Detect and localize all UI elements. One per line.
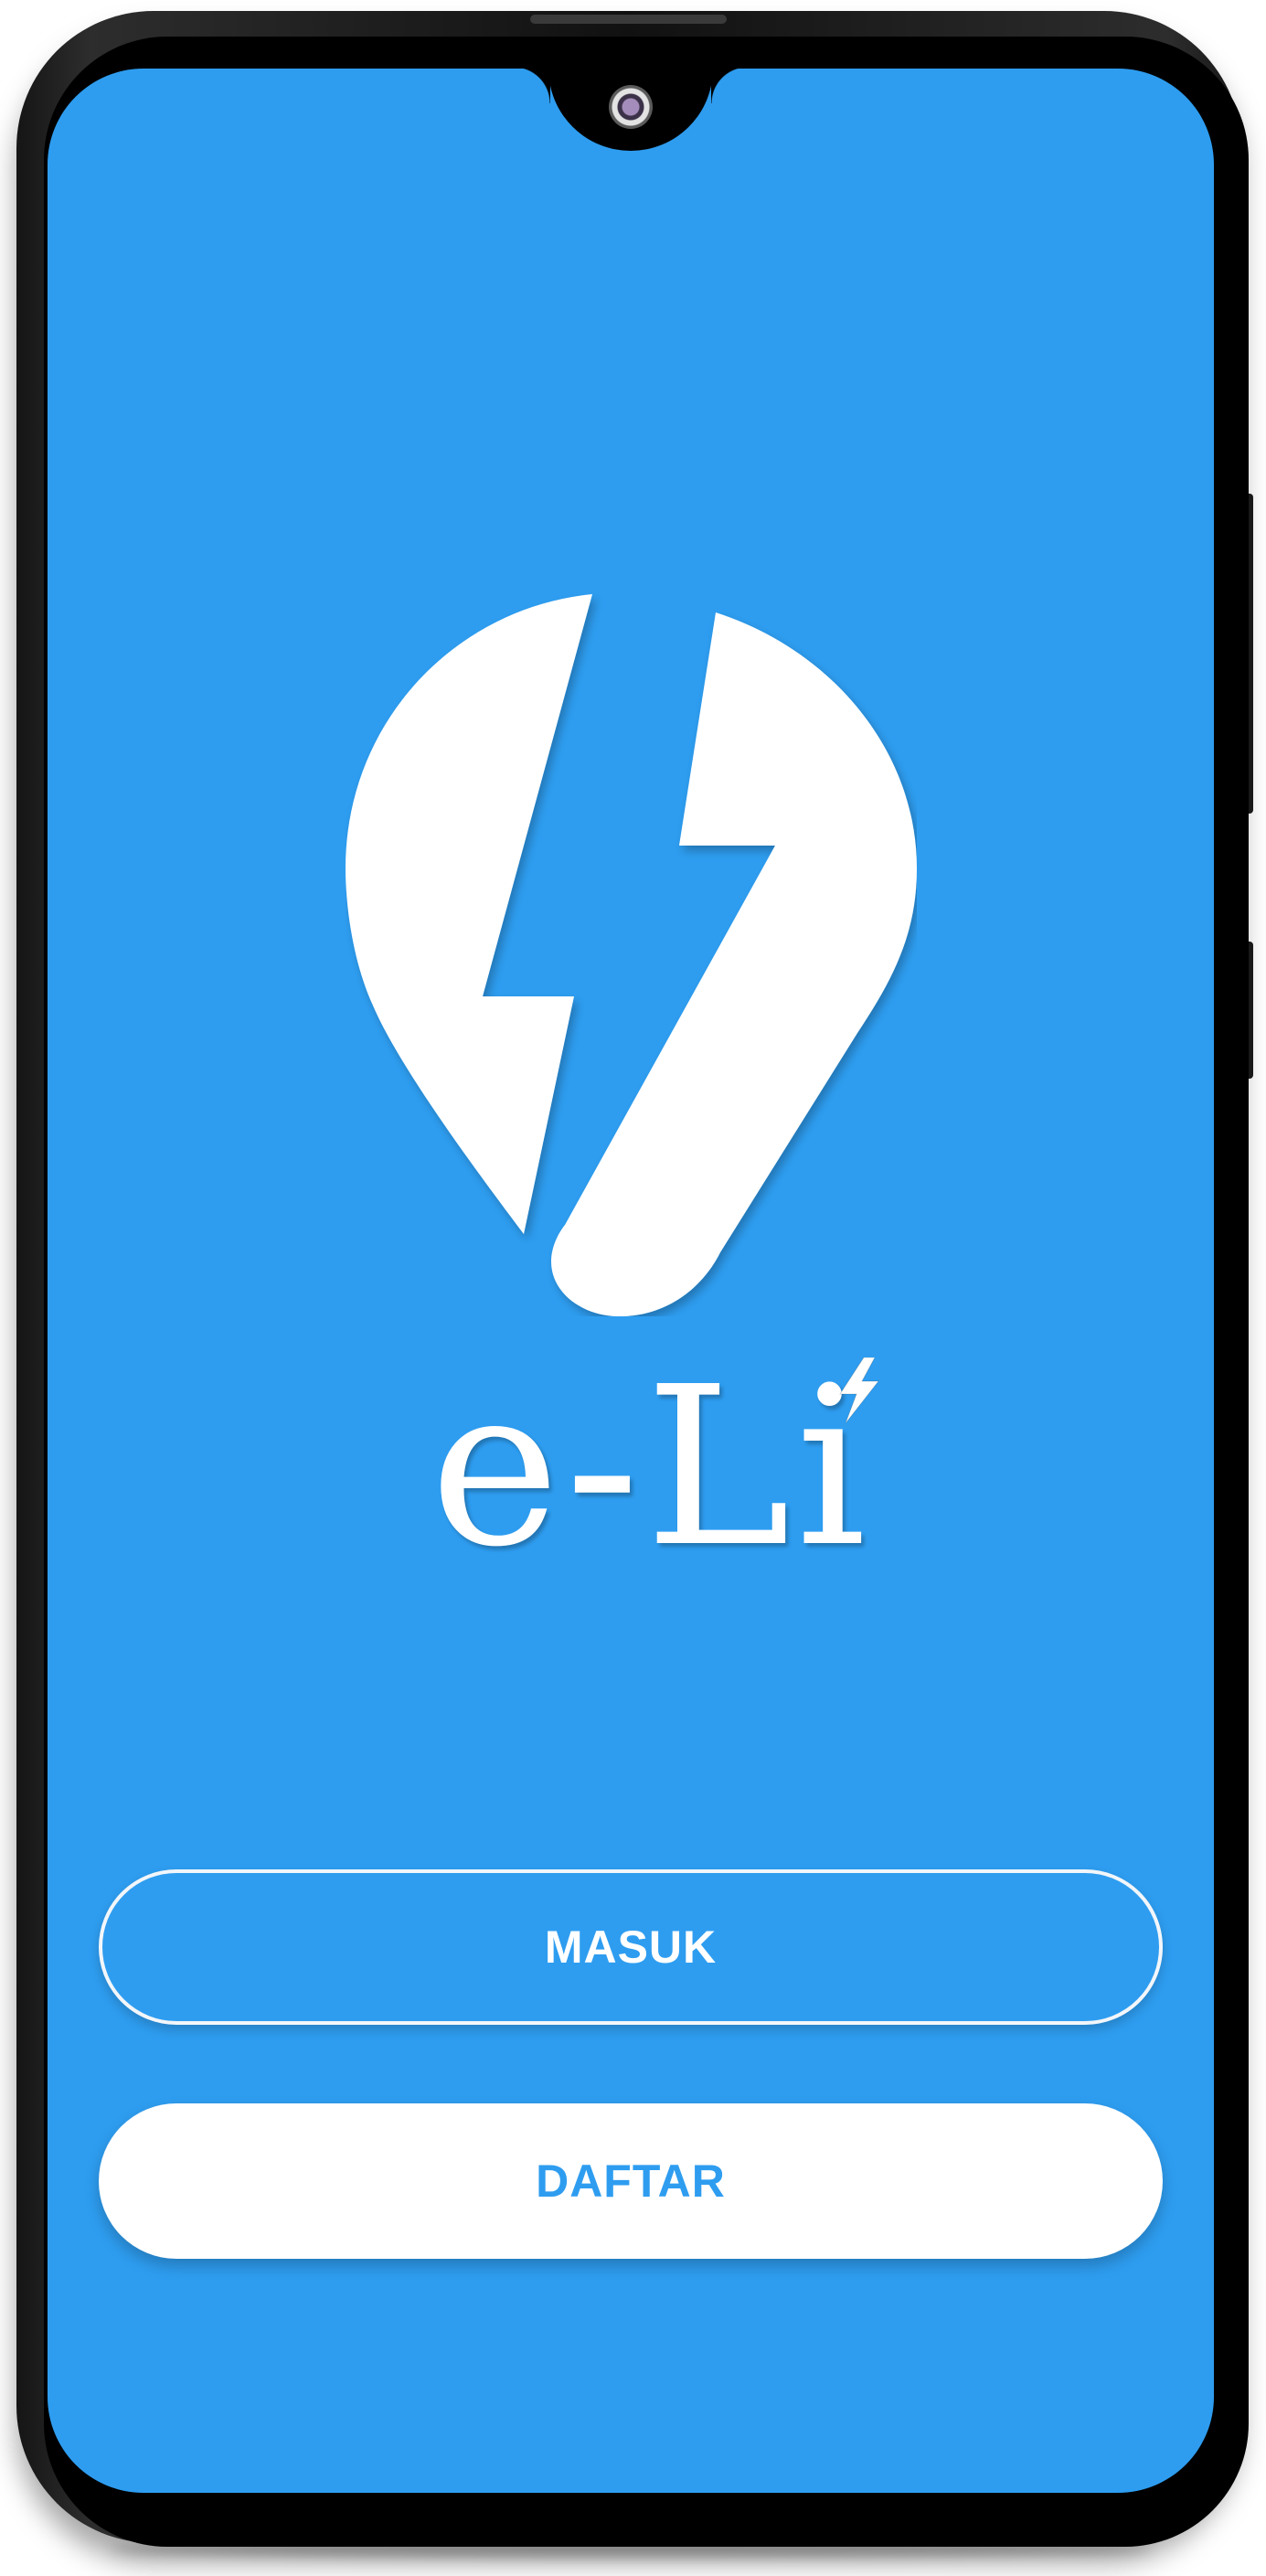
login-button-label: MASUK [544, 1921, 718, 1973]
camera-notch [514, 69, 748, 151]
map-pin-lightning-icon [346, 594, 917, 1316]
register-button[interactable]: DAFTAR [99, 2103, 1163, 2259]
splash-screen: e-Li MASUK DAFTAR [48, 69, 1214, 2493]
register-button-label: DAFTAR [536, 2156, 726, 2207]
earpiece-speaker [530, 15, 727, 24]
lightning-bolt-icon [839, 1357, 880, 1423]
login-button[interactable]: MASUK [99, 1869, 1163, 2025]
wordmark-main: e-L [430, 1339, 796, 1595]
app-wordmark: e-Li [322, 1339, 980, 1595]
device-mockup: e-Li MASUK DAFTAR [0, 0, 1266, 2576]
front-camera-icon [609, 85, 653, 129]
